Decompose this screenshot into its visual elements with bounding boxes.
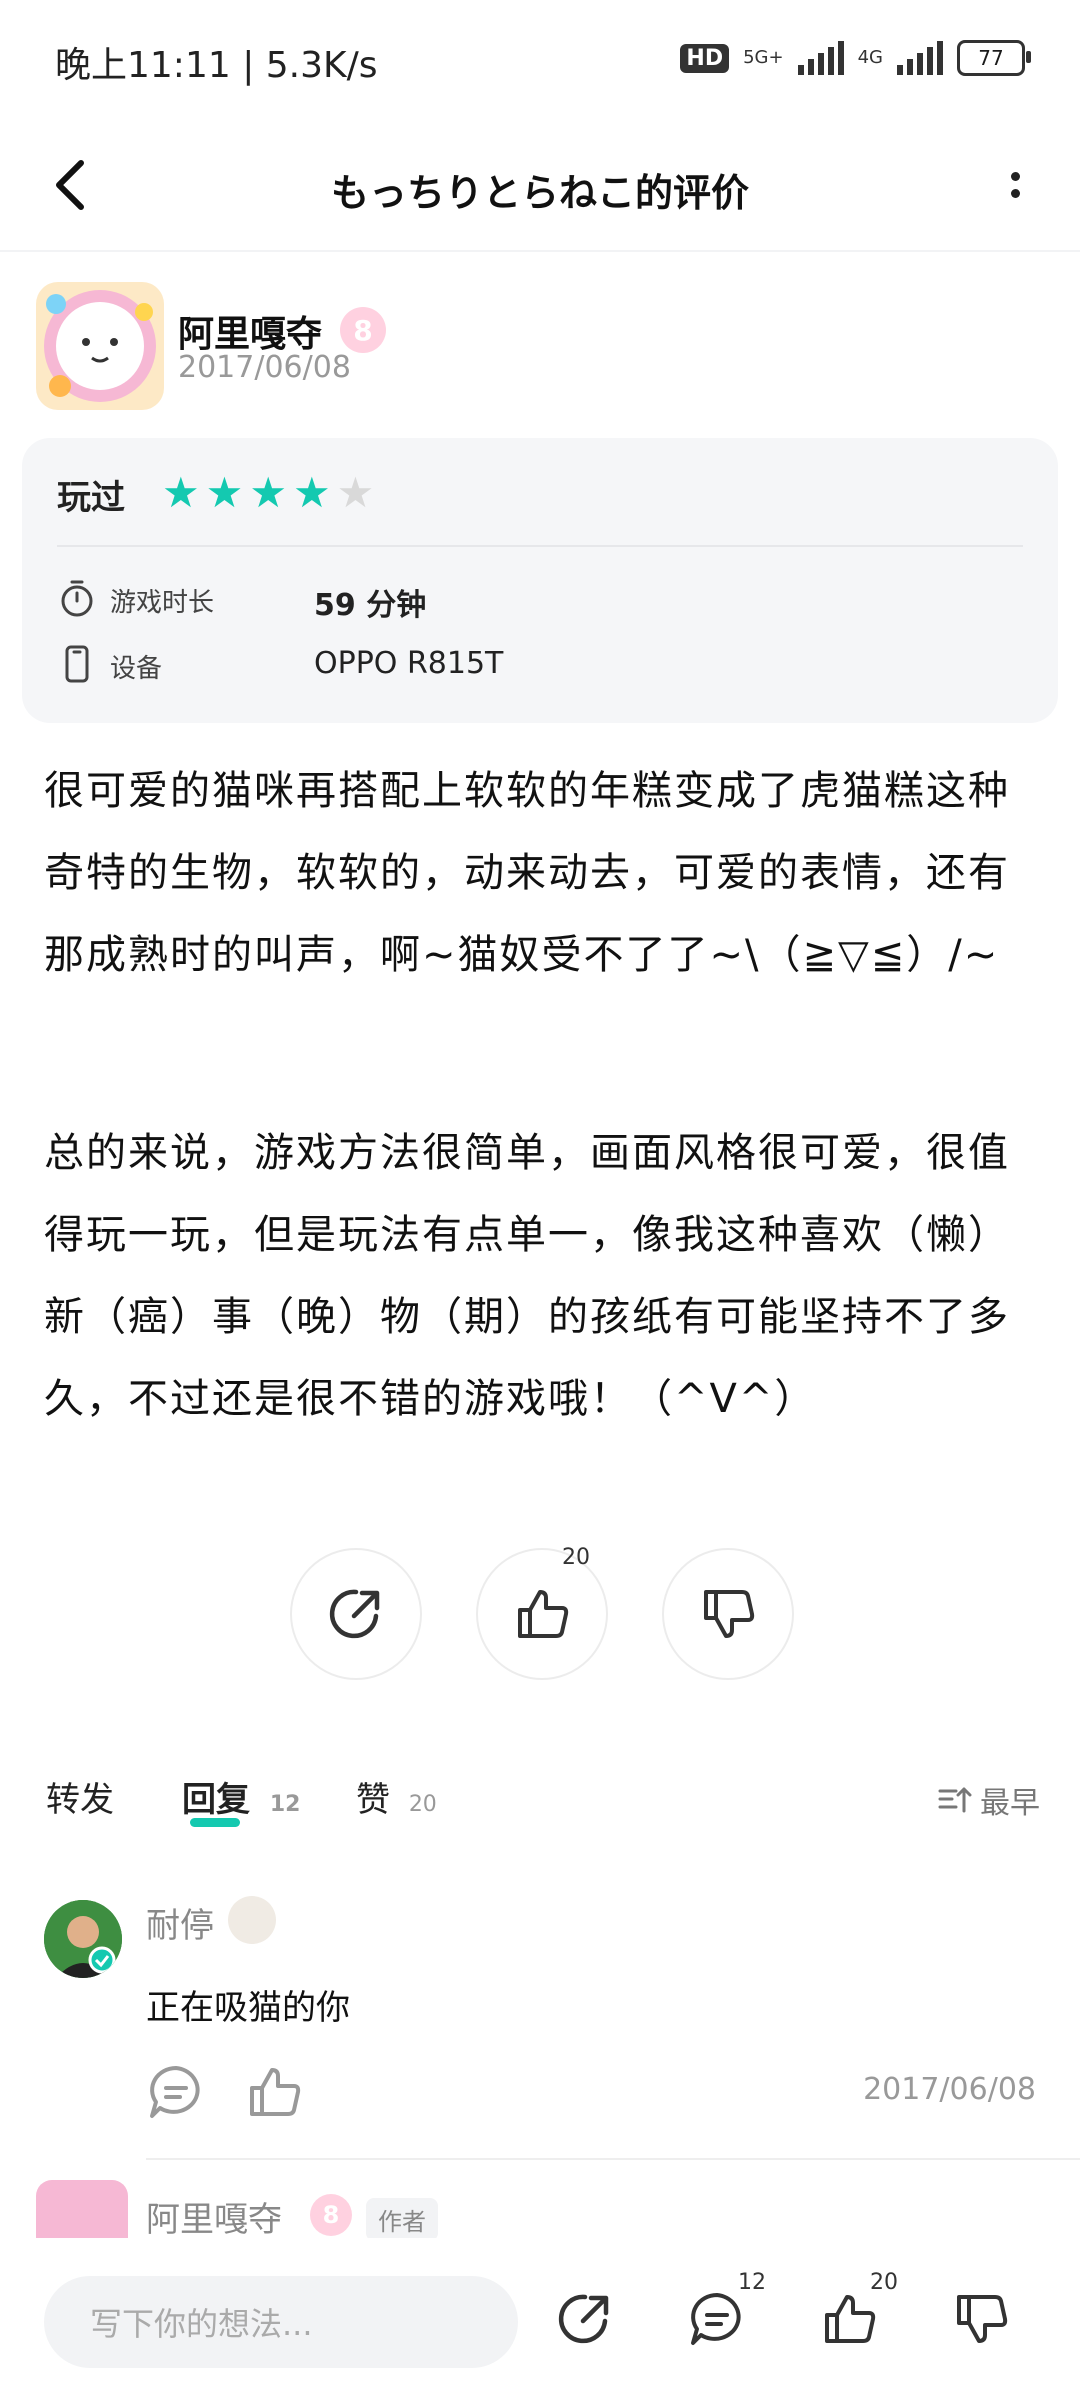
tab-reply[interactable]: 回复 12 — [182, 1772, 300, 1821]
reply-count-badge: 12 — [738, 2270, 766, 2295]
comment-reply-button[interactable] — [146, 2062, 206, 2122]
more-dot — [1010, 172, 1020, 181]
share-button[interactable] — [290, 1548, 422, 1680]
author-avatar[interactable] — [36, 282, 164, 410]
commenter-name[interactable]: 耐停 — [146, 1898, 214, 1947]
star-filled-icon: ★ — [205, 468, 244, 517]
review-paragraph-2: 总的来说，游戏方法很简单，画面风格很可爱，很值得玩一玩，但是玩法有点单一，像我这… — [44, 1130, 1010, 1422]
star-filled-icon: ★ — [162, 468, 200, 517]
play-time-value: 59 分钟 — [314, 588, 427, 623]
active-tab-indicator — [190, 1818, 240, 1827]
hd-badge: HD — [680, 43, 730, 73]
play-info-card: 玩过 ★ ★ ★ ★ ★ 游戏时长 59 分钟 设备 OPPO R815T — [22, 438, 1058, 723]
commenter-avatar[interactable] — [36, 2180, 128, 2242]
header-divider — [0, 250, 1080, 252]
rating-stars: ★ ★ ★ ★ ★ — [162, 472, 374, 514]
level-badge: 8 — [310, 2194, 352, 2236]
comment-like-button[interactable] — [244, 2062, 304, 2122]
network-5g-label: 5G+ — [743, 47, 784, 68]
network-4g-label: 4G — [857, 47, 883, 68]
comment-divider — [146, 2158, 1080, 2160]
phone-icon — [57, 644, 97, 684]
sort-button[interactable]: 最早 — [938, 1778, 1040, 1822]
sort-label: 最早 — [980, 1786, 1040, 1821]
page-title: もっちりとらねこ的评价 — [330, 171, 749, 215]
card-divider — [57, 545, 1023, 547]
commenter-avatar[interactable] — [44, 1900, 122, 1978]
share-icon — [558, 2294, 609, 2344]
signal-icon — [897, 41, 943, 75]
commenter-name[interactable]: 阿里嘎夺 — [146, 2192, 282, 2241]
star-filled-icon: ★ — [292, 468, 331, 517]
tab-share[interactable]: 转发 — [46, 1772, 114, 1821]
review-paragraph-1: 很可爱的猫咪再搭配上软软的年糕变成了虎猫糕这种奇特的生物，软软的，动来动去，可爱… — [44, 768, 1010, 978]
status-bar: 晚上11:11 | 5.3K/s HD 5G+ 4G 77 — [0, 0, 1080, 120]
tab-like-count: 20 — [408, 1792, 437, 1817]
thumbs-up-icon — [250, 2068, 301, 2116]
dislike-button[interactable] — [946, 2284, 1016, 2354]
review-date: 2017/06/08 — [178, 350, 351, 385]
thumbs-up-icon — [825, 2295, 876, 2343]
author-tag: 作者 — [366, 2198, 438, 2241]
tab-like[interactable]: 赞 20 — [356, 1772, 437, 1821]
thumbs-down-icon — [957, 2295, 1008, 2343]
dislike-button[interactable] — [662, 1548, 794, 1680]
comment-input[interactable]: 写下你的想法... — [44, 2276, 518, 2368]
comment-icon — [150, 2066, 200, 2118]
more-options-button[interactable] — [990, 145, 1040, 225]
device-label: 设备 — [110, 654, 163, 684]
device-value: OPPO R815T — [314, 646, 504, 681]
comment-icon — [691, 2293, 741, 2345]
bottom-bar: 写下你的想法... 12 20 — [0, 2238, 1080, 2400]
share-button[interactable] — [550, 2284, 620, 2354]
share-icon — [329, 1589, 380, 1639]
star-empty-icon: ★ — [336, 468, 375, 517]
level-badge: 8 — [340, 307, 386, 353]
tab-reply-count: 12 — [269, 1792, 301, 1817]
comment-date: 2017/06/08 — [863, 2072, 1036, 2107]
status-time: 晚上11:11 | 5.3K/s — [55, 45, 378, 86]
top-app-bar: もっちりとらねこ的评价 — [0, 120, 1080, 250]
tab-like-label: 赞 — [356, 1780, 390, 1820]
thumbs-down-icon — [704, 1590, 755, 1638]
played-label: 玩过 — [57, 478, 125, 518]
play-time-label: 游戏时长 — [110, 588, 215, 618]
signal-icon — [797, 41, 844, 75]
status-indicators: HD 5G+ 4G 77 — [680, 40, 1031, 76]
battery-level: 77 — [978, 46, 1004, 70]
tab-reply-label: 回复 — [182, 1780, 250, 1820]
battery-icon: 77 — [957, 40, 1031, 76]
thumbs-up-icon — [518, 1590, 569, 1638]
star-filled-icon: ★ — [249, 468, 287, 517]
timer-icon — [57, 578, 97, 618]
comment-text: 正在吸猫的你 — [146, 1988, 350, 2028]
more-dot — [1010, 189, 1020, 198]
like-count-badge: 20 — [562, 1545, 590, 1570]
badge-icon — [228, 1896, 276, 1944]
sort-icon — [938, 1787, 972, 1813]
like-count-badge: 20 — [870, 2270, 898, 2295]
